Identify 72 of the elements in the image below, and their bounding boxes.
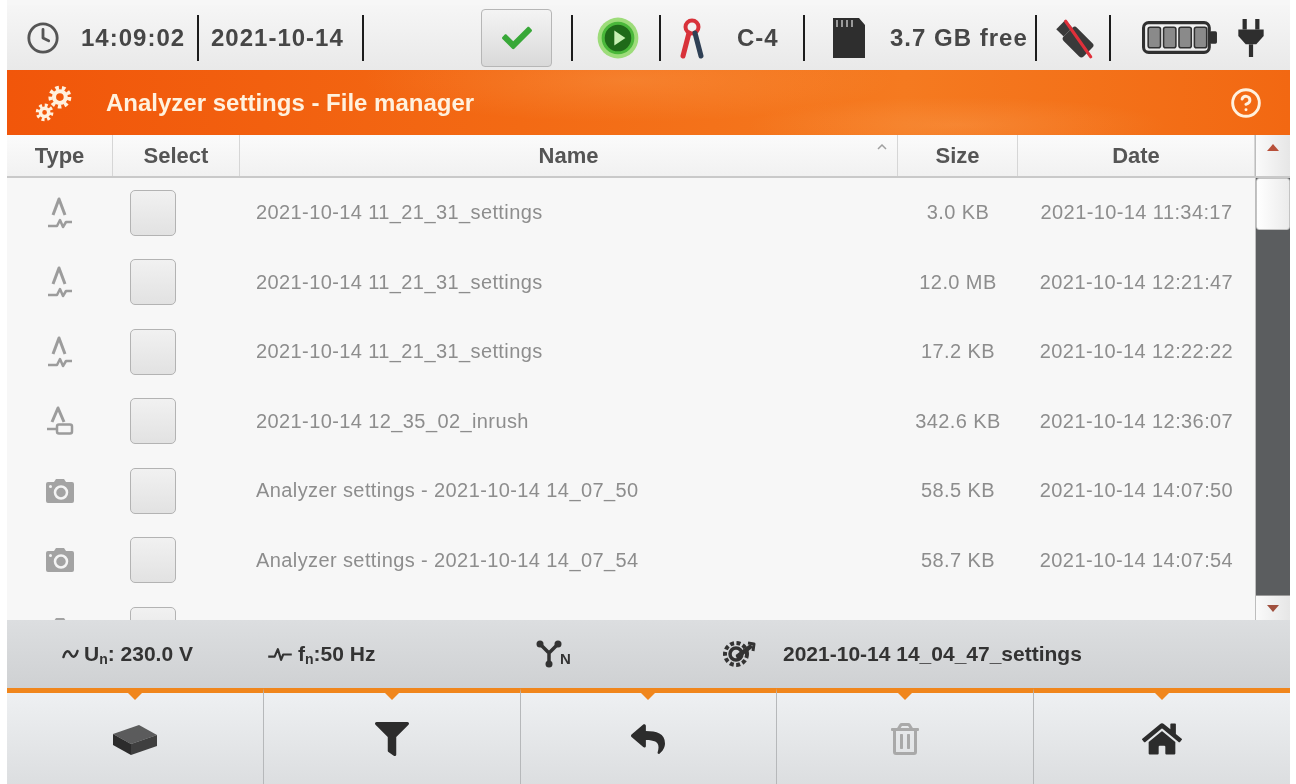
help-icon[interactable] [1230, 86, 1262, 119]
select-checkbox[interactable] [130, 328, 176, 375]
sd-card-icon [833, 17, 865, 58]
select-checkbox[interactable] [130, 189, 176, 236]
camera-icon [46, 548, 74, 573]
notch-icon [384, 693, 399, 700]
file-size: 3.0 KB [926, 201, 990, 225]
file-name: 2021-10-14 11_21_31_settings [256, 340, 543, 364]
select-checkbox[interactable] [130, 398, 176, 445]
file-name: Analyzer settings - 2021-10-14 14_07_54 [256, 548, 639, 572]
gear-wrench-icon [722, 639, 756, 669]
file-size: 342.6 KB [915, 409, 1001, 433]
waveform-icon [46, 265, 74, 300]
filter-icon [374, 721, 409, 756]
select-checkbox[interactable] [130, 259, 176, 306]
pulse-wave-icon [268, 646, 292, 662]
clamp-label: C-4 [737, 23, 779, 52]
clock-icon [26, 20, 60, 55]
camera-icon [46, 478, 74, 503]
column-header[interactable]: Name [538, 142, 599, 169]
column-header[interactable]: Date [1112, 142, 1160, 169]
scrollbar-thumb[interactable] [1256, 178, 1290, 230]
scroll-down-button[interactable] [1256, 595, 1290, 620]
select-checkbox[interactable] [130, 537, 176, 584]
waveform-icon [46, 195, 74, 230]
notch-icon [1155, 693, 1170, 700]
sine-wave-icon [62, 649, 79, 659]
waveform-rect-icon [45, 406, 75, 437]
file-size: 58.5 KB [921, 479, 995, 503]
file-size: 12.0 MB [919, 270, 997, 294]
settings-file-name: 2021-10-14 14_04_47_settings [783, 642, 1082, 666]
file-date: 2021-10-14 12:22:22 [1039, 340, 1234, 364]
connection-label: N [560, 650, 571, 667]
file-size: 17.2 KB [921, 340, 995, 364]
file-date: 2021-10-14 11:34:17 [1040, 201, 1233, 225]
home-button[interactable] [1034, 688, 1290, 784]
storage-text: 3.7 GB free [890, 23, 1028, 52]
notch-icon [641, 693, 656, 700]
waveform-icon [46, 334, 74, 369]
frequency-reading: f$_{n}$:50 Hz [298, 641, 376, 667]
column-header[interactable]: Type [34, 142, 85, 169]
time-text: 14:09:02 [81, 23, 186, 52]
window-title: Analyzer settings - File manager [106, 88, 475, 117]
device-button[interactable] [7, 688, 264, 784]
notch-icon [898, 693, 913, 700]
wye-icon [536, 640, 562, 668]
file-name: Analyzer settings - 2021-10-14 14_07_50 [256, 479, 639, 503]
file-size: 58.7 KB [921, 548, 995, 572]
file-name: 2021-10-14 11_21_31_settings [256, 270, 543, 294]
notch-icon [127, 693, 142, 700]
battery-icon [1142, 21, 1218, 54]
file-date: 2021-10-14 14:07:50 [1039, 479, 1234, 503]
clamp-icon [679, 16, 705, 59]
date-text: 2021-10-14 [211, 23, 344, 52]
file-name: 2021-10-14 12_35_02_inrush [256, 409, 529, 433]
select-checkbox[interactable] [130, 467, 176, 514]
plug-icon [1237, 18, 1265, 57]
check-button[interactable] [481, 8, 552, 67]
file-date: 2021-10-14 14:07:54 [1039, 548, 1234, 572]
caret-down-icon [1267, 604, 1279, 612]
back-button[interactable] [520, 688, 778, 784]
file-name: 2021-10-14 11_21_31_settings [256, 201, 543, 225]
play-icon [597, 16, 639, 59]
trash-icon [889, 722, 922, 755]
back-arrow-icon [631, 721, 666, 756]
voltage-reading: U$_{n}$: 230.0 V [84, 641, 193, 667]
file-date: 2021-10-14 12:36:07 [1039, 409, 1234, 433]
column-header[interactable]: Size [935, 142, 980, 169]
column-header[interactable]: Select [143, 142, 209, 169]
file-date: 2021-10-14 12:21:47 [1039, 270, 1234, 294]
caret-up-icon [1267, 144, 1279, 151]
scroll-up-button[interactable] [1255, 135, 1290, 176]
